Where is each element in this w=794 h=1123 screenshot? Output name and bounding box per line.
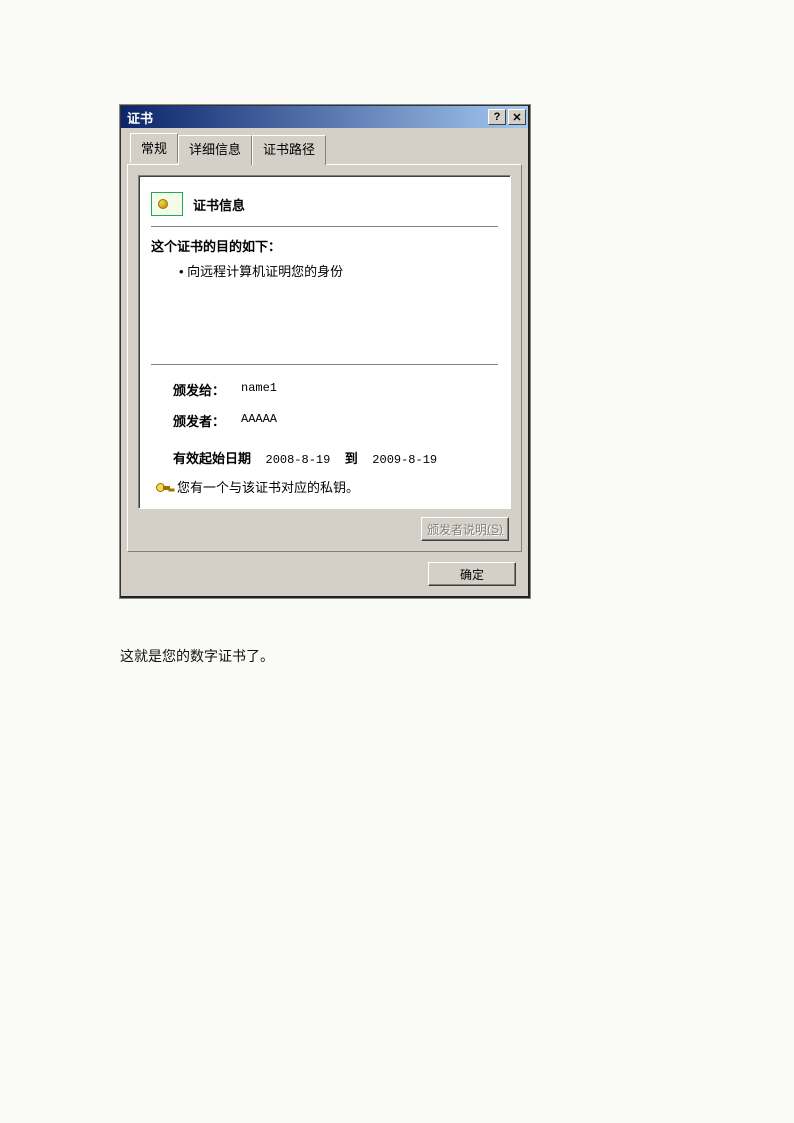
ok-button[interactable]: 确定 [428, 562, 516, 586]
valid-to-label: 到 [345, 451, 358, 466]
cert-info-panel: 证书信息 这个证书的目的如下： • 向远程计算机证明您的身份 颁发给： name… [138, 175, 511, 509]
validity-row: 有效起始日期 2008-8-19 到 2009-8-19 [151, 436, 498, 473]
tab-path[interactable]: 证书路径 [252, 135, 326, 165]
cert-info-title: 证书信息 [193, 195, 245, 214]
purpose-item: • 向远程计算机证明您的身份 [151, 261, 498, 280]
window-title: 证书 [127, 108, 486, 127]
tab-general[interactable]: 常规 [130, 133, 178, 163]
issued-to-value: name1 [241, 380, 277, 399]
help-button[interactable]: ? [488, 109, 506, 125]
valid-from-value: 2008-8-19 [266, 453, 331, 467]
issued-to-label: 颁发给： [173, 380, 241, 399]
issuer-label: 颁发者： [173, 411, 241, 430]
dialog-body: 常规 详细信息 证书路径 证书信息 这个证书的目的如下： • 向远程计算机证明您… [121, 128, 528, 596]
certificate-icon [151, 192, 183, 216]
help-icon: ? [494, 111, 501, 123]
issuer-value: AAAAA [241, 411, 277, 430]
tab-panel-general: 证书信息 这个证书的目的如下： • 向远程计算机证明您的身份 颁发给： name… [127, 164, 522, 552]
page-caption: 这就是您的数字证书了。 [120, 646, 794, 666]
close-icon: ✕ [512, 111, 521, 124]
close-button[interactable]: ✕ [508, 109, 526, 125]
valid-from-label: 有效起始日期 [173, 451, 251, 466]
tab-details[interactable]: 详细信息 [178, 135, 252, 165]
private-key-msg: 您有一个与该证书对应的私钥。 [177, 477, 359, 496]
valid-to-value: 2009-8-19 [372, 453, 437, 467]
key-icon [155, 479, 171, 495]
titlebar: 证书 ? ✕ [121, 106, 528, 128]
certificate-dialog: 证书 ? ✕ 常规 详细信息 证书路径 证书信息 这个证书的目的如下： • 向远… [120, 105, 530, 598]
purpose-title: 这个证书的目的如下： [151, 236, 498, 255]
issuer-statement-button: 颁发者说明(S) [421, 517, 509, 541]
tab-strip: 常规 详细信息 证书路径 [127, 135, 522, 165]
